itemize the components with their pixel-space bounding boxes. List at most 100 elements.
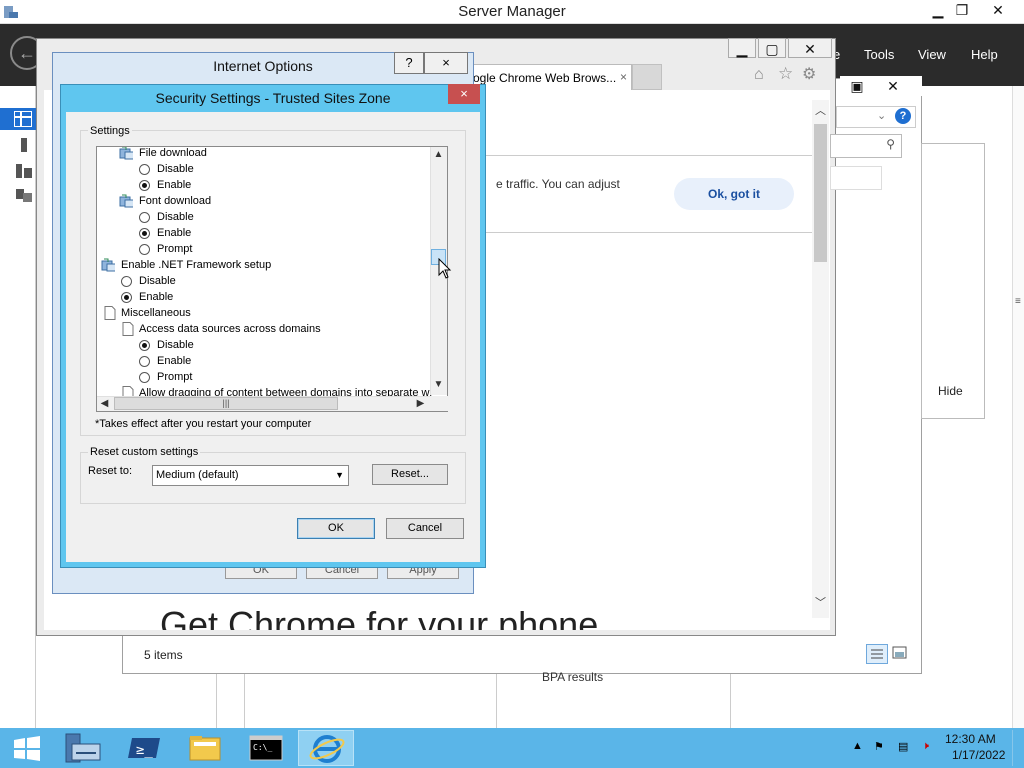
chevron-down-icon: ▼ [335,470,344,480]
close-button[interactable]: × [424,52,468,74]
scroll-left-arrow-icon[interactable]: ◀ [97,398,112,409]
settings-group-icon [119,147,133,160]
divider [486,232,812,233]
maximize-button[interactable]: ▢ [758,38,786,58]
network-icon[interactable]: ▤ [898,740,914,754]
show-desktop-button[interactable] [1012,730,1024,766]
sidebar-item-dashboard[interactable] [0,108,36,130]
tree-label: Prompt [157,243,193,255]
internet-explorer-icon [309,735,345,763]
help-icon[interactable]: ? [895,108,911,124]
preview-view-icon[interactable] [892,646,908,660]
server-manager-scrollbar[interactable]: ≡ [1012,86,1024,728]
tree-label: Enable [157,179,192,191]
minimize-button[interactable]: ▁ [728,38,756,58]
home-icon[interactable]: ⌂ [754,66,764,84]
tree-label: Enable [157,227,192,239]
server-manager-sidebar [0,86,36,728]
filter-input[interactable] [830,166,882,190]
reset-level-select[interactable]: Medium (default) ▼ [152,465,349,486]
scroll-grip-icon: ≡ [1015,296,1021,307]
settings-gear-icon[interactable]: ⚙ [802,64,816,84]
search-input[interactable]: ⚲ [830,134,902,158]
scroll-down-arrow-icon[interactable]: ﹀ [815,594,826,610]
taskbar-powershell[interactable]: ≥_ [116,730,172,766]
grid-divider [216,674,217,728]
grid-divider [244,674,245,728]
start-button[interactable] [0,730,56,766]
tree-label: Prompt [157,371,193,383]
clock-date[interactable]: 1/17/2022 [952,748,1005,762]
security-settings-title: Security Settings - Trusted Sites Zone [155,90,391,106]
tab-close-icon[interactable]: × [620,70,627,84]
hide-link[interactable]: Hide [938,384,963,398]
close-button[interactable]: ✕ [980,0,1016,20]
hide-panel [921,143,985,419]
settings-tree[interactable]: File download Disable Enable Font download D… [96,146,448,412]
radio-checked[interactable] [121,292,132,303]
server-manager-dropdown[interactable]: ⌄ ? [836,106,916,128]
radio-checked[interactable] [139,340,150,351]
new-tab-button[interactable] [632,64,662,90]
tree-label: Disable [139,275,176,287]
scroll-up-arrow-icon[interactable]: ▲ [431,149,446,160]
mouse-cursor-icon [438,258,452,279]
chrome-scroll-thumb[interactable] [814,124,827,262]
ok-button[interactable]: OK [297,518,375,539]
restart-note: *Takes effect after you restart your com… [95,418,312,430]
radio-unchecked[interactable] [139,212,150,223]
menu-view[interactable]: View [918,47,946,62]
settings-label: Settings [88,125,132,137]
radio-unchecked[interactable] [139,372,150,383]
all-servers-icon[interactable] [14,162,34,182]
taskbar-server-manager[interactable] [58,730,114,766]
scroll-up-arrow-icon[interactable]: ︿ [815,102,826,118]
windows-logo-icon [14,736,40,761]
taskbar-command-prompt[interactable]: C:\_ [240,730,296,766]
restore-button[interactable]: ▣ [840,76,874,96]
cookie-banner-text: e traffic. You can adjust [496,177,620,191]
tree-label: Disable [157,163,194,175]
show-hidden-icons[interactable]: ▲ [852,740,868,754]
chrome-window-controls: ▁ ▢ ✕ [728,38,836,58]
search-icon: ⚲ [886,137,895,151]
local-server-icon[interactable] [14,136,34,156]
radio-unchecked[interactable] [139,356,150,367]
tree-label: Disable [157,211,194,223]
chrome-tab[interactable]: ogle Chrome Web Brows... × [466,64,632,90]
reset-custom-settings-label: Reset custom settings [88,446,201,458]
radio-unchecked[interactable] [121,276,132,287]
taskbar-file-explorer[interactable] [178,730,234,766]
radio-unchecked[interactable] [139,164,150,175]
action-center-flag-icon[interactable]: ⚑ [874,740,890,754]
reset-button[interactable]: Reset... [372,464,448,485]
scroll-down-arrow-icon[interactable]: ▼ [431,379,446,390]
close-button[interactable]: ✕ [788,38,832,58]
items-count: 5 items [144,648,183,662]
scroll-right-arrow-icon[interactable]: ▶ [413,398,428,409]
close-button[interactable]: ✕ [876,76,910,96]
details-view-icon[interactable] [866,644,888,664]
divider [486,155,812,156]
restore-button[interactable]: ❐ [944,0,980,20]
radio-checked[interactable] [139,228,150,239]
cancel-button[interactable]: Cancel [386,518,464,539]
svg-text:≥_: ≥_ [136,742,153,758]
tree-label: Enable .NET Framework setup [121,259,272,271]
radio-unchecked[interactable] [139,244,150,255]
volume-muted-icon[interactable]: 🕨 [922,740,938,754]
taskbar-internet-explorer[interactable] [298,730,354,766]
ok-got-it-button[interactable]: Ok, got it [674,178,794,210]
favorites-star-icon[interactable]: ☆ [778,64,793,84]
tree-hscroll-thumb[interactable]: ||| [114,397,338,410]
file-storage-icon[interactable] [14,186,34,206]
radio-checked[interactable] [139,180,150,191]
close-button[interactable]: × [448,84,480,104]
menu-tools[interactable]: Tools [864,47,894,62]
clock-time[interactable]: 12:30 AM [945,732,996,746]
menu-help[interactable]: Help [971,47,998,62]
help-button[interactable]: ? [394,52,424,74]
server-manager-icon [65,733,101,763]
get-chrome-headline: Get Chrome for your phone [160,604,599,630]
powershell-icon: ≥_ [128,738,160,758]
